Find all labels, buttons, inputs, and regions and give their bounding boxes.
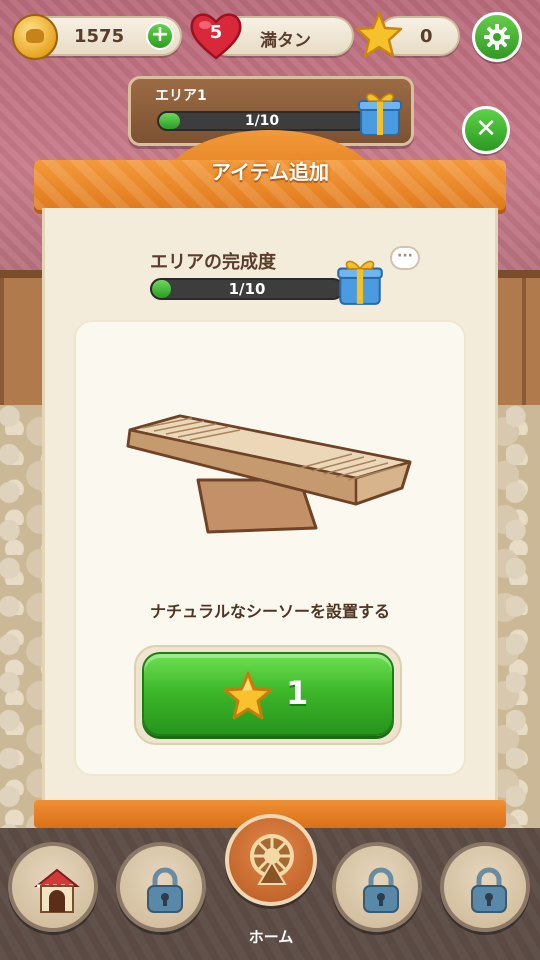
nav-locked-button-2[interactable] <box>332 842 422 932</box>
area-progress-bar: 1/10 <box>157 111 367 131</box>
speech-bubble-icon[interactable]: ··· <box>390 246 420 270</box>
gift-box-icon[interactable] <box>332 252 388 308</box>
nav-home-button[interactable] <box>225 814 317 906</box>
hamster-house-icon <box>34 868 80 913</box>
modal-title: アイテム追加 <box>211 160 329 184</box>
star-count: 0 <box>420 26 433 47</box>
lock-icon <box>471 867 507 913</box>
completion-label: エリアの完成度 <box>150 252 276 273</box>
completion-progress-bar: 1/10 <box>150 278 344 300</box>
settings-button[interactable] <box>472 12 522 62</box>
seesaw-icon <box>126 414 412 534</box>
place-item-button[interactable]: 1 <box>142 652 394 736</box>
coin-icon <box>12 14 58 60</box>
completion-progress-text: 1/10 <box>228 280 266 298</box>
lock-icon <box>363 867 399 913</box>
gift-box-icon <box>358 93 402 136</box>
nav-home-label: ホーム <box>248 928 294 946</box>
nav-locked-button-1[interactable] <box>116 842 206 932</box>
status-bar: 1575 + 5 満タン 0 <box>0 0 540 72</box>
nav-house-button[interactable] <box>8 842 98 932</box>
nav-locked-button-3[interactable] <box>440 842 530 932</box>
star-icon <box>355 11 403 58</box>
heart-count: 5 <box>209 22 223 43</box>
star-cost: 1 <box>286 674 309 712</box>
add-coins-button[interactable]: + <box>146 22 174 50</box>
heart-counter: 5 満タン <box>190 13 354 60</box>
close-button[interactable]: ✕ <box>462 106 510 154</box>
heart-status-label: 満タン <box>260 31 311 51</box>
area-progress-text: 1/10 <box>244 113 280 129</box>
lock-icon <box>147 867 183 913</box>
area-title: エリア1 <box>155 88 207 104</box>
coin-count: 1575 <box>74 26 125 47</box>
star-icon <box>223 671 273 720</box>
wheel-icon <box>250 834 294 885</box>
item-name: ナチュラルなシーソーを設置する <box>149 602 390 621</box>
gear-icon <box>484 24 510 50</box>
coin-counter: 1575 + <box>12 14 182 60</box>
star-counter: 0 <box>355 11 460 58</box>
